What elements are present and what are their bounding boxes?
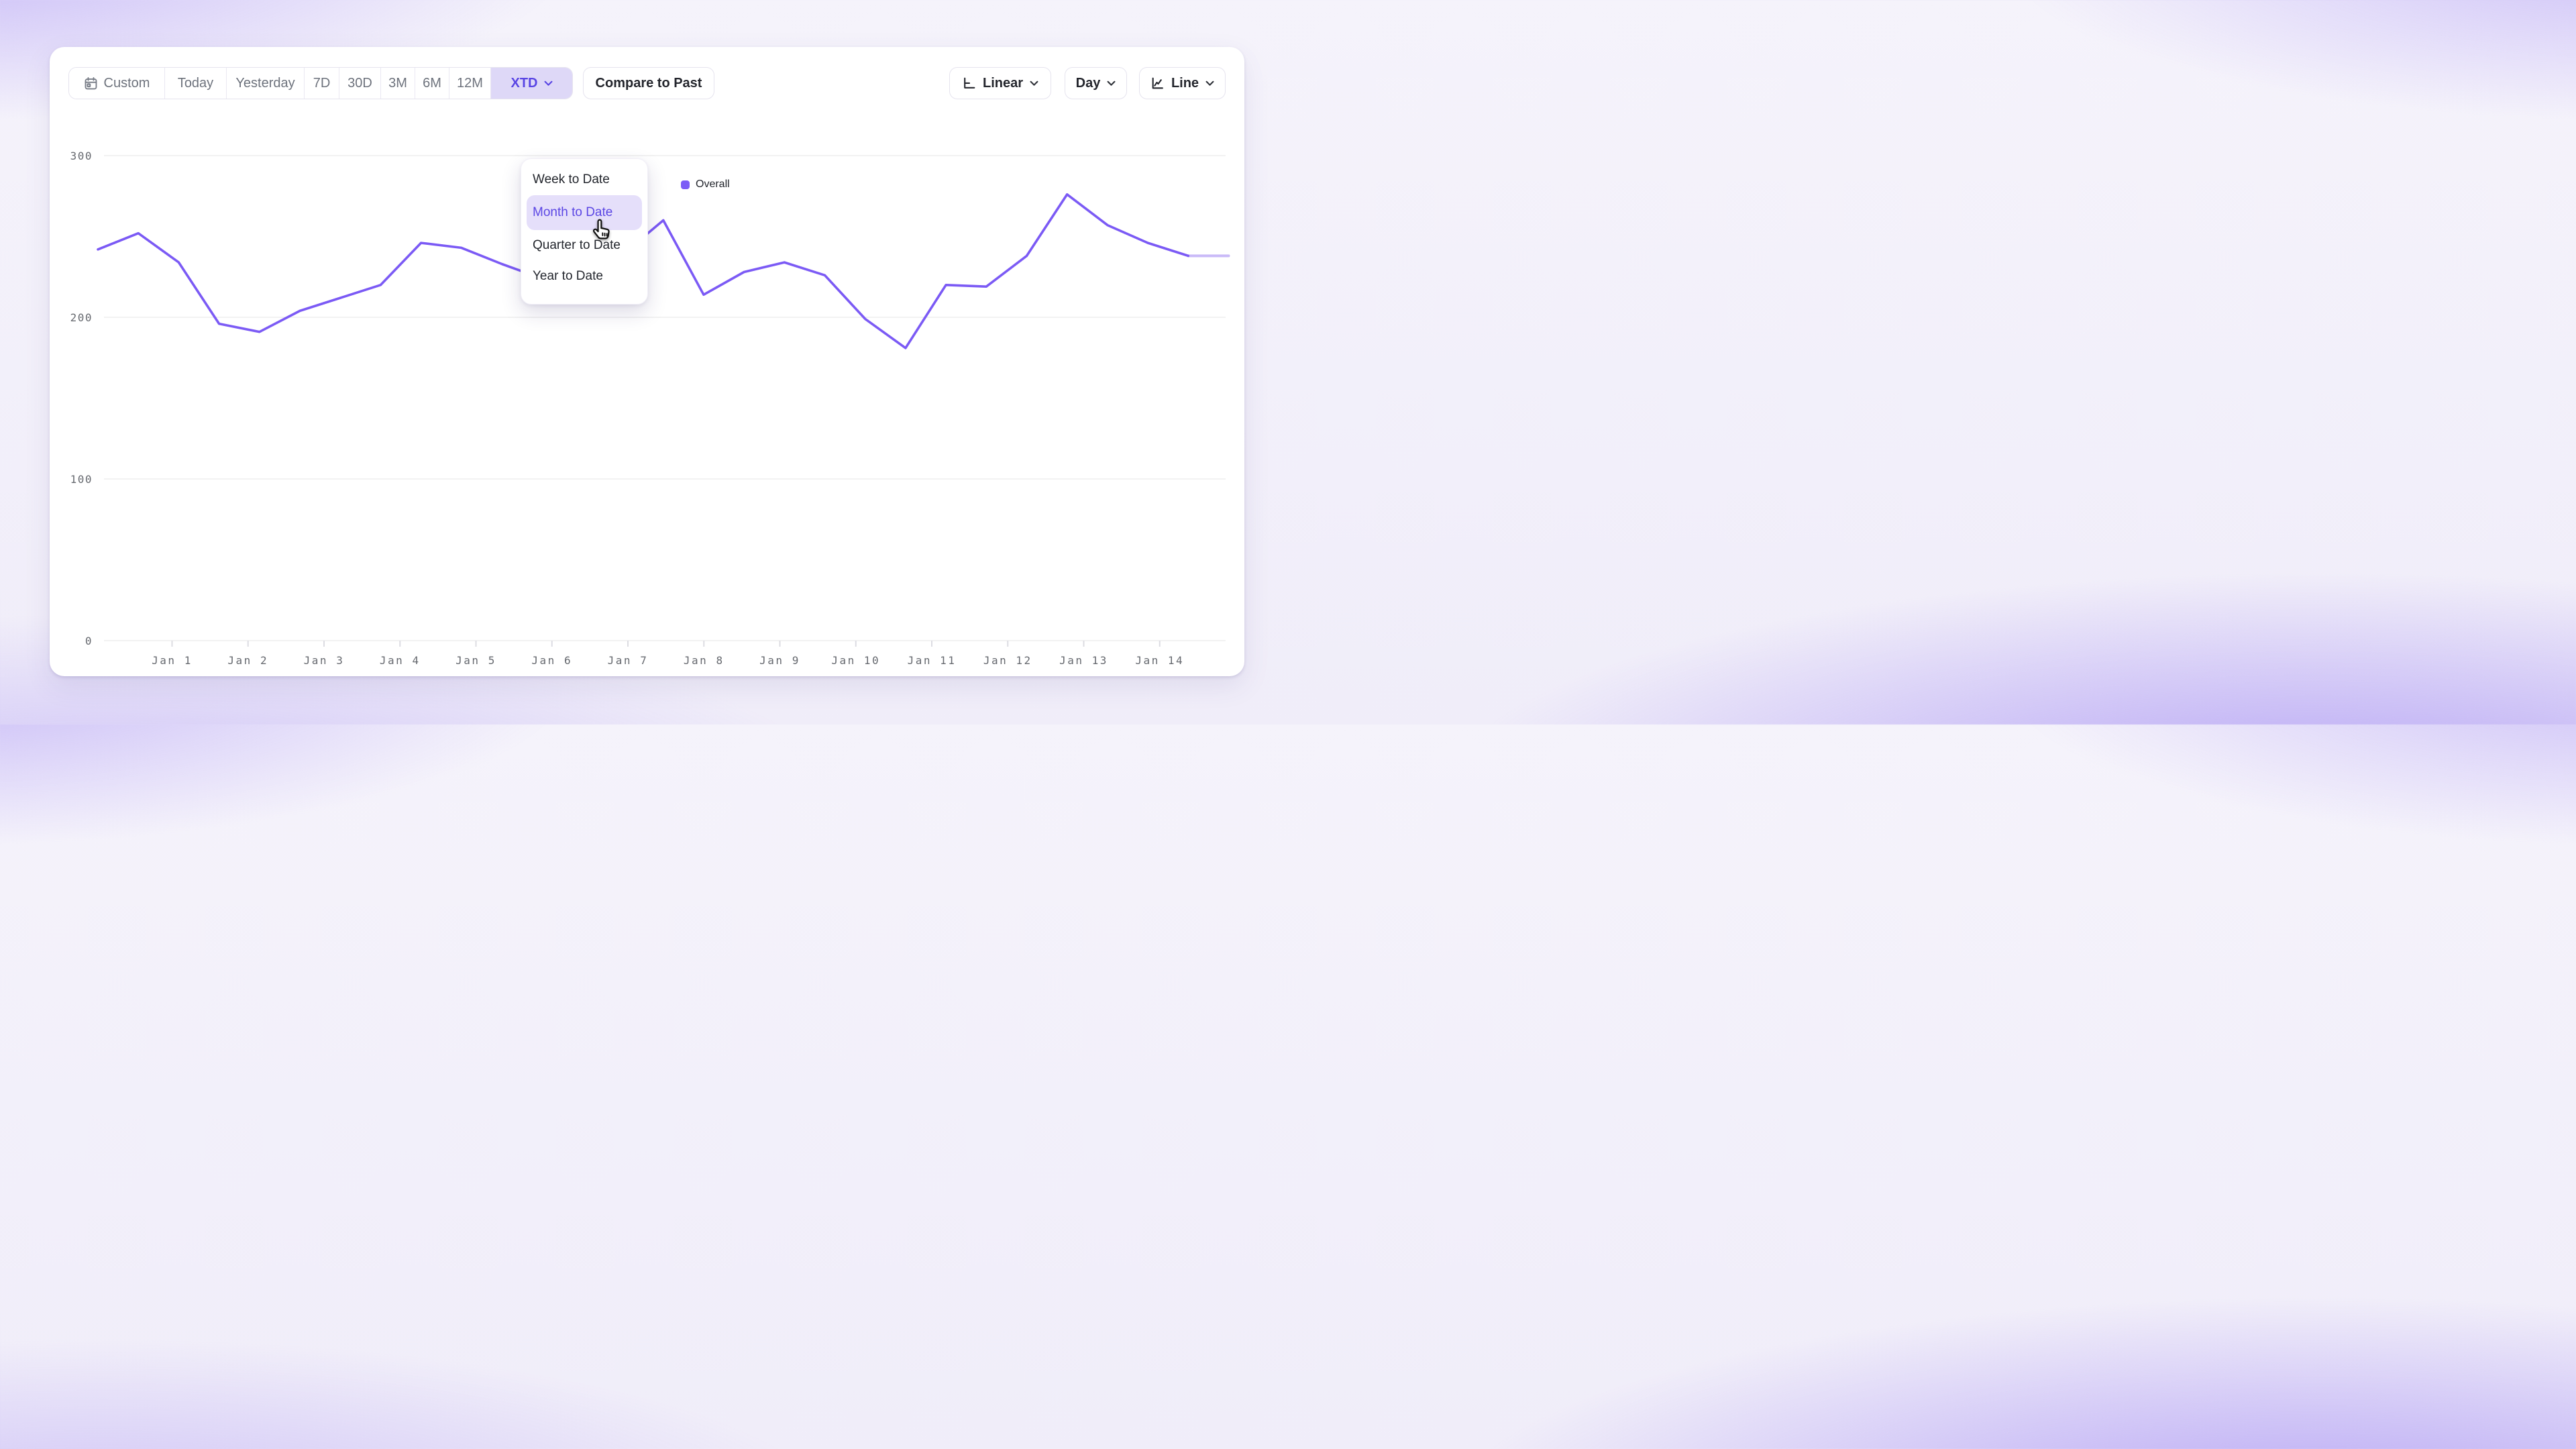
x-axis-label: Jan 2 bbox=[227, 654, 268, 667]
chart-type-dropdown-label: Line bbox=[1171, 76, 1199, 91]
date-range-option-xtd[interactable]: XTD bbox=[490, 68, 572, 99]
x-axis-label: Jan 1 bbox=[152, 654, 193, 667]
hand-pointer-cursor bbox=[590, 217, 614, 248]
date-range-option-yesterday[interactable]: Yesterday bbox=[226, 68, 304, 99]
page: 0 100 200 300 Jan 1 Jan 2 Jan 3 Jan 4 Jan 5 Jan 6… bbox=[0, 0, 1288, 724]
line-chart-icon bbox=[1150, 76, 1165, 91]
chevron-down-icon bbox=[1107, 80, 1116, 87]
date-range-option-30d[interactable]: 30D bbox=[339, 68, 380, 99]
date-range-option-custom[interactable]: Custom bbox=[69, 68, 164, 99]
legend: Overall bbox=[681, 178, 730, 191]
date-range-dropdown-menu: Week to DateMonth to DateQuarter to Date… bbox=[521, 158, 648, 305]
date-range-option-today[interactable]: Today bbox=[164, 68, 226, 99]
x-axis-label: Jan 11 bbox=[908, 654, 957, 667]
interval-dropdown-button[interactable]: Day bbox=[1065, 67, 1127, 99]
menu-item-month-to-date[interactable]: Month to Date bbox=[527, 195, 642, 230]
date-range-option-label: XTD bbox=[511, 76, 538, 91]
x-axis-label: Jan 10 bbox=[831, 654, 880, 667]
chart-type-dropdown-button[interactable]: Line bbox=[1139, 67, 1226, 99]
date-range-option-3m[interactable]: 3M bbox=[380, 68, 415, 99]
x-axis-label: Jan 13 bbox=[1059, 654, 1108, 667]
x-axis-label: Jan 5 bbox=[455, 654, 496, 667]
toolbar: Custom Today Yesterday 7D 30D 3M 6M 12M XTD Comp… bbox=[50, 67, 1244, 99]
date-range-option-label: 12M bbox=[457, 76, 483, 91]
date-range-option-7d[interactable]: 7D bbox=[304, 68, 339, 99]
x-axis-label: Jan 3 bbox=[304, 654, 345, 667]
date-range-option-label: 3M bbox=[388, 76, 407, 91]
date-range-option-label: 7D bbox=[313, 76, 331, 91]
date-range-option-label: Yesterday bbox=[235, 76, 294, 91]
compare-to-past-button[interactable]: Compare to Past bbox=[583, 67, 714, 99]
y-axis-label: 0 bbox=[85, 635, 93, 647]
date-range-option-label: 6M bbox=[423, 76, 441, 91]
x-axis-label: Jan 12 bbox=[983, 654, 1032, 667]
legend-label: Overall bbox=[696, 178, 730, 191]
y-axis-label: 300 bbox=[70, 150, 93, 162]
scale-dropdown-label: Linear bbox=[983, 76, 1023, 91]
axis-scale-icon bbox=[962, 76, 976, 91]
y-axis-label: 100 bbox=[70, 473, 93, 486]
chevron-down-icon bbox=[1205, 80, 1214, 87]
line-chart: 0 100 200 300 Jan 1 Jan 2 Jan 3 Jan 4 Jan 5 Jan 6… bbox=[50, 47, 1244, 676]
y-axis-label: 200 bbox=[70, 311, 93, 324]
chevron-down-icon bbox=[1030, 80, 1038, 87]
menu-item-year-to-date[interactable]: Year to Date bbox=[527, 261, 642, 292]
x-axis-label: Jan 4 bbox=[380, 654, 421, 667]
x-axis-label: Jan 8 bbox=[684, 654, 724, 667]
menu-item-week-to-date[interactable]: Week to Date bbox=[527, 164, 642, 195]
legend-swatch-overall bbox=[681, 180, 690, 189]
date-range-option-label: 30D bbox=[347, 76, 372, 91]
insight-card: 0 100 200 300 Jan 1 Jan 2 Jan 3 Jan 4 Jan 5 Jan 6… bbox=[50, 47, 1244, 676]
interval-dropdown-label: Day bbox=[1076, 76, 1101, 91]
calendar-icon bbox=[84, 76, 98, 91]
x-axis-label: Jan 9 bbox=[759, 654, 800, 667]
date-range-segmented-control: Custom Today Yesterday 7D 30D 3M 6M 12M XTD bbox=[68, 67, 573, 99]
date-range-option-12m[interactable]: 12M bbox=[449, 68, 490, 99]
date-range-option-6m[interactable]: 6M bbox=[415, 68, 449, 99]
x-axis-label: Jan 14 bbox=[1135, 654, 1184, 667]
menu-item-quarter-to-date[interactable]: Quarter to Date bbox=[527, 230, 642, 261]
scale-dropdown-button[interactable]: Linear bbox=[949, 67, 1051, 99]
chevron-down-icon bbox=[544, 80, 553, 87]
x-axis-label: Jan 6 bbox=[531, 654, 572, 667]
x-axis-label: Jan 7 bbox=[608, 654, 649, 667]
date-range-option-label: Today bbox=[178, 76, 213, 91]
date-range-option-label: Custom bbox=[104, 76, 150, 91]
